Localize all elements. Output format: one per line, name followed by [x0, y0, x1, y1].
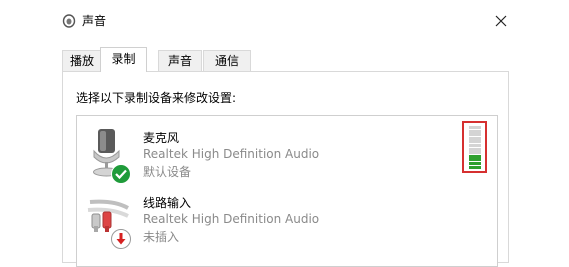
level-meter-segment — [469, 129, 481, 133]
speaker-icon — [62, 14, 76, 28]
device-status: 默认设备 — [143, 165, 192, 179]
device-status: 未插入 — [143, 230, 180, 244]
tab-communications[interactable]: 通信 — [203, 50, 251, 71]
device-driver: Realtek High Definition Audio — [143, 147, 320, 161]
level-meter-segment — [469, 136, 481, 140]
level-meter-segment — [469, 147, 481, 151]
device-name: 麦克风 — [143, 131, 180, 145]
level-meter-segment — [469, 158, 481, 162]
level-meter — [462, 121, 487, 173]
instruction-text: 选择以下录制设备来修改设置: — [76, 91, 237, 105]
tab-strip: 播放 录制 声音 通信 — [62, 47, 522, 72]
level-meter-segment — [469, 140, 481, 144]
unplugged-arrow-icon — [111, 229, 131, 249]
level-meter-segment — [469, 151, 481, 155]
device-list[interactable] — [76, 115, 498, 267]
device-driver: Realtek High Definition Audio — [143, 212, 320, 226]
level-meter-segment — [469, 126, 481, 129]
device-name: 线路输入 — [143, 196, 192, 210]
level-meter-segment — [469, 165, 481, 169]
level-meter-segment — [469, 144, 481, 147]
close-icon — [495, 15, 507, 27]
default-check-icon — [111, 164, 131, 184]
close-button[interactable] — [484, 6, 518, 36]
title-bar: 声音 — [0, 0, 569, 42]
level-meter-segment — [469, 154, 481, 158]
tab-sounds[interactable]: 声音 — [158, 50, 202, 71]
tab-playback[interactable]: 播放 — [62, 50, 102, 71]
level-meter-segments — [469, 126, 481, 169]
window-title: 声音 — [82, 14, 107, 28]
level-meter-segment — [469, 162, 481, 165]
level-meter-segment — [469, 133, 481, 137]
tab-recording[interactable]: 录制 — [100, 47, 147, 72]
